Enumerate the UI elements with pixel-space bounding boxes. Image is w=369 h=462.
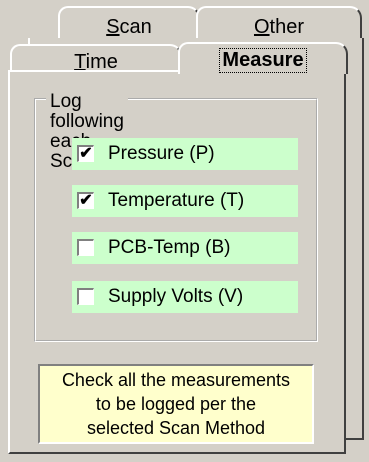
checkbox-label: Supply Volts (V) [108, 286, 244, 307]
checkbox-box[interactable] [77, 239, 94, 256]
tab-other[interactable]: Other [196, 6, 362, 40]
checkbox-supply-volts[interactable]: Supply Volts (V) [72, 281, 298, 313]
checkbox-label: Temperature (T) [108, 190, 245, 211]
checkbox-box[interactable]: ✔ [77, 145, 94, 162]
checkbox-pcb-temp[interactable]: PCB-Temp (B) [72, 232, 298, 264]
tab-measure-label: Measure [219, 48, 307, 73]
tab-measure[interactable]: Measure [178, 42, 348, 74]
help-note: Check all the measurements to be logged … [38, 364, 314, 444]
checkbox-box[interactable] [77, 288, 94, 305]
help-note-line: Check all the measurements [61, 370, 291, 390]
checkbox-temperature[interactable]: ✔ Temperature (T) [72, 185, 298, 217]
checkbox-pressure[interactable]: ✔ Pressure (P) [72, 138, 298, 170]
help-note-line: selected Scan Method [86, 418, 266, 438]
tab-scan-label: Scan [106, 16, 152, 38]
checkbox-box[interactable]: ✔ [77, 192, 94, 209]
help-note-line: to be logged per the [95, 394, 257, 414]
checkbox-label: PCB-Temp (B) [108, 237, 231, 258]
tab-other-label: Other [253, 16, 305, 38]
checkbox-label: Pressure (P) [108, 143, 215, 164]
tab-scan[interactable]: Scan [58, 6, 200, 40]
